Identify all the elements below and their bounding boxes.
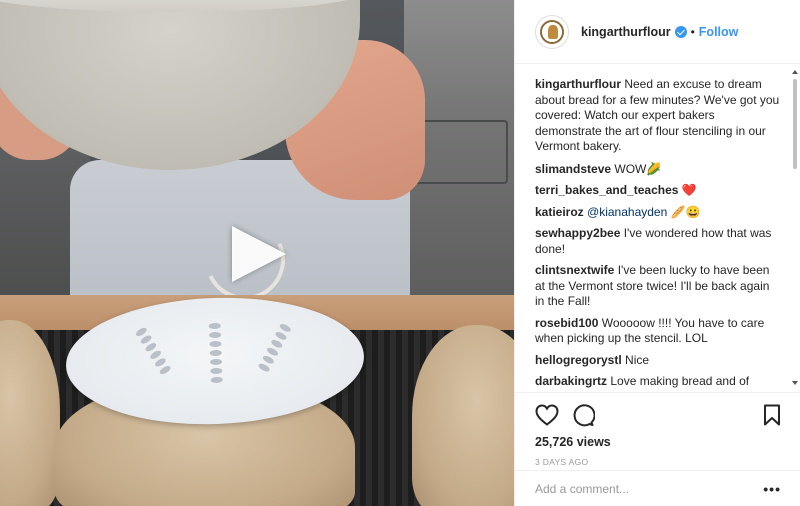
comment-username[interactable]: sewhappy2bee — [535, 226, 620, 240]
more-options-button[interactable]: ••• — [763, 481, 781, 497]
comment-username[interactable]: hellogregorystl — [535, 353, 622, 367]
post-actions: 25,726 views 3 DAYS AGO — [515, 392, 800, 467]
add-comment-input[interactable] — [535, 481, 764, 496]
list-item: slimandsteve WOW🌽 — [535, 162, 781, 178]
post-header: kingarthurflour • Follow — [515, 0, 800, 64]
comment-text: 🥖😀 — [670, 204, 701, 219]
post-caption: kingarthurflour Need an excuse to dream … — [535, 77, 781, 155]
comment-text: Nice — [625, 352, 650, 367]
post-timestamp[interactable]: 3 DAYS AGO — [535, 457, 781, 467]
comment-text: WOW🌽 — [614, 161, 662, 176]
list-item: clintsnextwife I've been lucky to have b… — [535, 263, 781, 310]
caption-username[interactable]: kingarthurflour — [535, 77, 621, 91]
scrollbar-thumb[interactable] — [793, 79, 797, 169]
wheat-cutout-center — [208, 320, 223, 390]
post-username[interactable]: kingarthurflour — [581, 25, 671, 39]
separator-dot: • — [690, 24, 695, 39]
list-item: katieiroz @kianahayden 🥖😀 — [535, 205, 781, 221]
heart-icon[interactable] — [535, 404, 559, 426]
post-side-panel: kingarthurflour • Follow kingarthurflour… — [514, 0, 800, 506]
comment-username[interactable]: slimandsteve — [535, 162, 611, 176]
comments-scrollbar[interactable] — [790, 65, 800, 391]
avatar[interactable] — [535, 14, 569, 49]
wheat-cutout-right — [250, 320, 292, 387]
list-item: sewhappy2bee I've wondered how that was … — [535, 226, 781, 257]
follow-button[interactable]: Follow — [699, 25, 739, 39]
list-item: hellogregorystl Nice — [535, 353, 781, 369]
bookmark-icon[interactable] — [763, 404, 781, 426]
comment-username[interactable]: katieiroz — [535, 205, 584, 219]
comment-icon[interactable] — [571, 403, 595, 427]
action-icons-row — [535, 399, 781, 431]
comments-list[interactable]: kingarthurflour Need an excuse to dream … — [515, 65, 800, 391]
comment-username[interactable]: darbakingrtz — [535, 374, 607, 388]
play-icon[interactable] — [232, 226, 286, 282]
video-player[interactable] — [0, 0, 514, 506]
comment-text: ❤️ — [681, 183, 697, 197]
list-item: darbakingrtz Love making bread and of co… — [535, 374, 781, 391]
list-item: terri_bakes_and_teaches ❤️ — [535, 183, 781, 199]
comment-username[interactable]: clintsnextwife — [535, 263, 614, 277]
verified-badge-icon — [674, 25, 687, 38]
add-comment-bar: ••• — [515, 470, 800, 506]
comment-username[interactable]: rosebid100 — [535, 316, 598, 330]
comment-mention[interactable]: @kianahayden — [587, 205, 667, 219]
views-count[interactable]: 25,726 views — [535, 435, 781, 449]
comment-username[interactable]: terri_bakes_and_teaches — [535, 183, 678, 197]
wheat-cutout-left — [133, 325, 179, 390]
scroll-up-arrow-icon[interactable] — [792, 70, 798, 74]
list-item: rosebid100 Wooooow !!!! You have to care… — [535, 316, 781, 347]
scroll-down-arrow-icon[interactable] — [792, 381, 798, 385]
